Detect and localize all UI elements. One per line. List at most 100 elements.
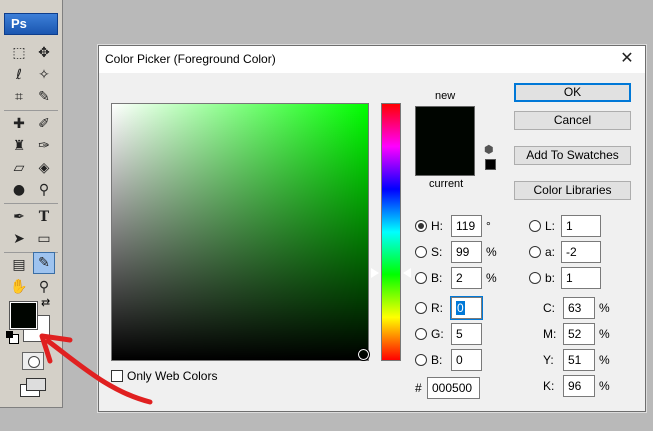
brightness-radio[interactable] [415, 272, 427, 284]
brush-icon[interactable]: ✐ [33, 113, 55, 135]
zoom-icon[interactable]: ⚲ [33, 276, 55, 298]
lab-a-row: a: -2 [529, 241, 609, 263]
default-colors-icon[interactable] [6, 331, 19, 344]
type-icon[interactable]: T [33, 206, 55, 228]
lab-a-label: a: [545, 245, 556, 259]
eyedropper-slice-icon[interactable]: ✎ [33, 86, 55, 108]
color-picker-dialog: Color Picker (Foreground Color) ✕ new cu… [98, 45, 646, 412]
add-to-swatches-button[interactable]: Add To Swatches [514, 146, 631, 165]
ps-logo[interactable]: Ps [4, 13, 58, 35]
crop-icon[interactable]: ⌗ [8, 86, 30, 108]
rectangle-icon[interactable]: ▭ [33, 228, 55, 250]
hue-unit: ° [486, 219, 491, 233]
notes-icon[interactable]: ▤ [8, 254, 30, 276]
magic-wand-icon[interactable]: ✧ [33, 64, 55, 86]
saturation-input[interactable]: 99 [451, 241, 482, 263]
path-selection-icon[interactable]: ➤ [8, 228, 30, 250]
color-field[interactable] [111, 103, 369, 361]
new-color-label: new [435, 90, 456, 102]
yellow-row: Y: 51 % [543, 349, 639, 371]
swap-colors-icon[interactable]: ⇄ [41, 296, 50, 309]
cyan-input[interactable]: 63 [563, 297, 595, 319]
red-row: R: 0 [415, 296, 505, 320]
paint-bucket-icon[interactable]: ◈ [33, 157, 55, 179]
green-input[interactable]: 5 [451, 323, 482, 345]
toolbox: Ps ⬚ ✥ ℓ ✧ ⌗ ✎ ✚ ✐ ♜ ✑ ▱ ◈ ● ⚲ ✒ T ➤ ▭ ▤… [0, 0, 63, 408]
web-safe-cube-icon[interactable]: ⬢ [484, 144, 496, 156]
close-button[interactable]: ✕ [617, 49, 637, 69]
eyedropper-icon[interactable]: ✎ [33, 252, 55, 274]
lab-l-row: L: 1 [529, 215, 609, 237]
clone-stamp-icon[interactable]: ♜ [8, 135, 30, 157]
saturation-label: S: [431, 245, 443, 259]
lab-b-label: b: [545, 271, 556, 285]
magenta-row: M: 52 % [543, 323, 639, 345]
move-icon[interactable]: ✥ [33, 42, 55, 64]
ok-button[interactable]: OK [514, 83, 631, 102]
magenta-unit: % [599, 327, 610, 341]
blue-radio[interactable] [415, 354, 427, 366]
green-radio[interactable] [415, 328, 427, 340]
hex-input[interactable]: 000500 [427, 377, 480, 399]
yellow-label: Y: [543, 353, 554, 367]
color-field-marker[interactable] [357, 348, 370, 361]
yellow-input[interactable]: 51 [563, 349, 595, 371]
history-brush-icon[interactable]: ✑ [33, 135, 55, 157]
black-row: K: 96 % [543, 375, 639, 397]
brightness-label: B: [431, 271, 443, 285]
healing-brush-icon[interactable]: ✚ [8, 113, 30, 135]
saturation-row: S: 99 % [415, 241, 505, 263]
hue-slider-handle-left[interactable] [370, 267, 379, 279]
hex-label: # [415, 381, 422, 395]
lasso-icon[interactable]: ℓ [8, 64, 30, 86]
current-color-label: current [429, 178, 464, 190]
foreground-color-swatch[interactable] [9, 301, 38, 330]
lab-l-radio[interactable] [529, 220, 541, 232]
lab-b-row: b: 1 [529, 267, 609, 289]
black-input[interactable]: 96 [563, 375, 595, 397]
lab-b-input[interactable]: 1 [561, 267, 601, 289]
hue-radio[interactable] [415, 220, 427, 232]
hue-slider[interactable] [381, 103, 401, 361]
hue-row: H: 119 ° [415, 215, 505, 237]
hue-input[interactable]: 119 [451, 215, 482, 237]
title-bar: Color Picker (Foreground Color) ✕ [99, 46, 645, 73]
red-input-value: 0 [456, 301, 465, 315]
hue-slider-handle-right[interactable] [402, 267, 411, 279]
lab-l-input[interactable]: 1 [561, 215, 601, 237]
brightness-input[interactable]: 2 [451, 267, 482, 289]
black-unit: % [599, 379, 610, 393]
new-color-preview [415, 106, 475, 141]
red-input[interactable]: 0 [450, 296, 483, 320]
red-label: R: [431, 301, 443, 315]
eraser-icon[interactable]: ▱ [8, 157, 30, 179]
magenta-input[interactable]: 52 [563, 323, 595, 345]
lab-a-radio[interactable] [529, 246, 541, 258]
marquee-icon[interactable]: ⬚ [8, 42, 30, 64]
saturation-radio[interactable] [415, 246, 427, 258]
cyan-unit: % [599, 301, 610, 315]
only-web-colors-checkbox[interactable] [111, 370, 123, 382]
blue-input[interactable]: 0 [451, 349, 482, 371]
brightness-unit: % [486, 271, 497, 285]
toolbox-divider [4, 110, 58, 111]
lab-l-label: L: [545, 219, 556, 233]
cancel-button[interactable]: Cancel [514, 111, 631, 130]
current-color-preview[interactable] [415, 141, 475, 176]
lab-a-input[interactable]: -2 [561, 241, 601, 263]
saturation-unit: % [486, 245, 497, 259]
quick-mask-icon[interactable] [22, 352, 44, 370]
magenta-label: M: [543, 327, 557, 341]
screen-mode-icon[interactable] [20, 378, 46, 397]
hand-icon[interactable]: ✋ [8, 276, 30, 298]
color-libraries-button[interactable]: Color Libraries [514, 181, 631, 200]
lab-b-radio[interactable] [529, 272, 541, 284]
only-web-colors-label: Only Web Colors [127, 369, 218, 383]
web-safe-color-swatch[interactable] [485, 159, 496, 170]
dodge-icon[interactable]: ⚲ [33, 179, 55, 201]
yellow-unit: % [599, 353, 610, 367]
blue-row: B: 0 [415, 349, 505, 371]
pen-icon[interactable]: ✒ [8, 206, 30, 228]
red-radio[interactable] [415, 302, 427, 314]
blur-icon[interactable]: ● [8, 179, 30, 201]
